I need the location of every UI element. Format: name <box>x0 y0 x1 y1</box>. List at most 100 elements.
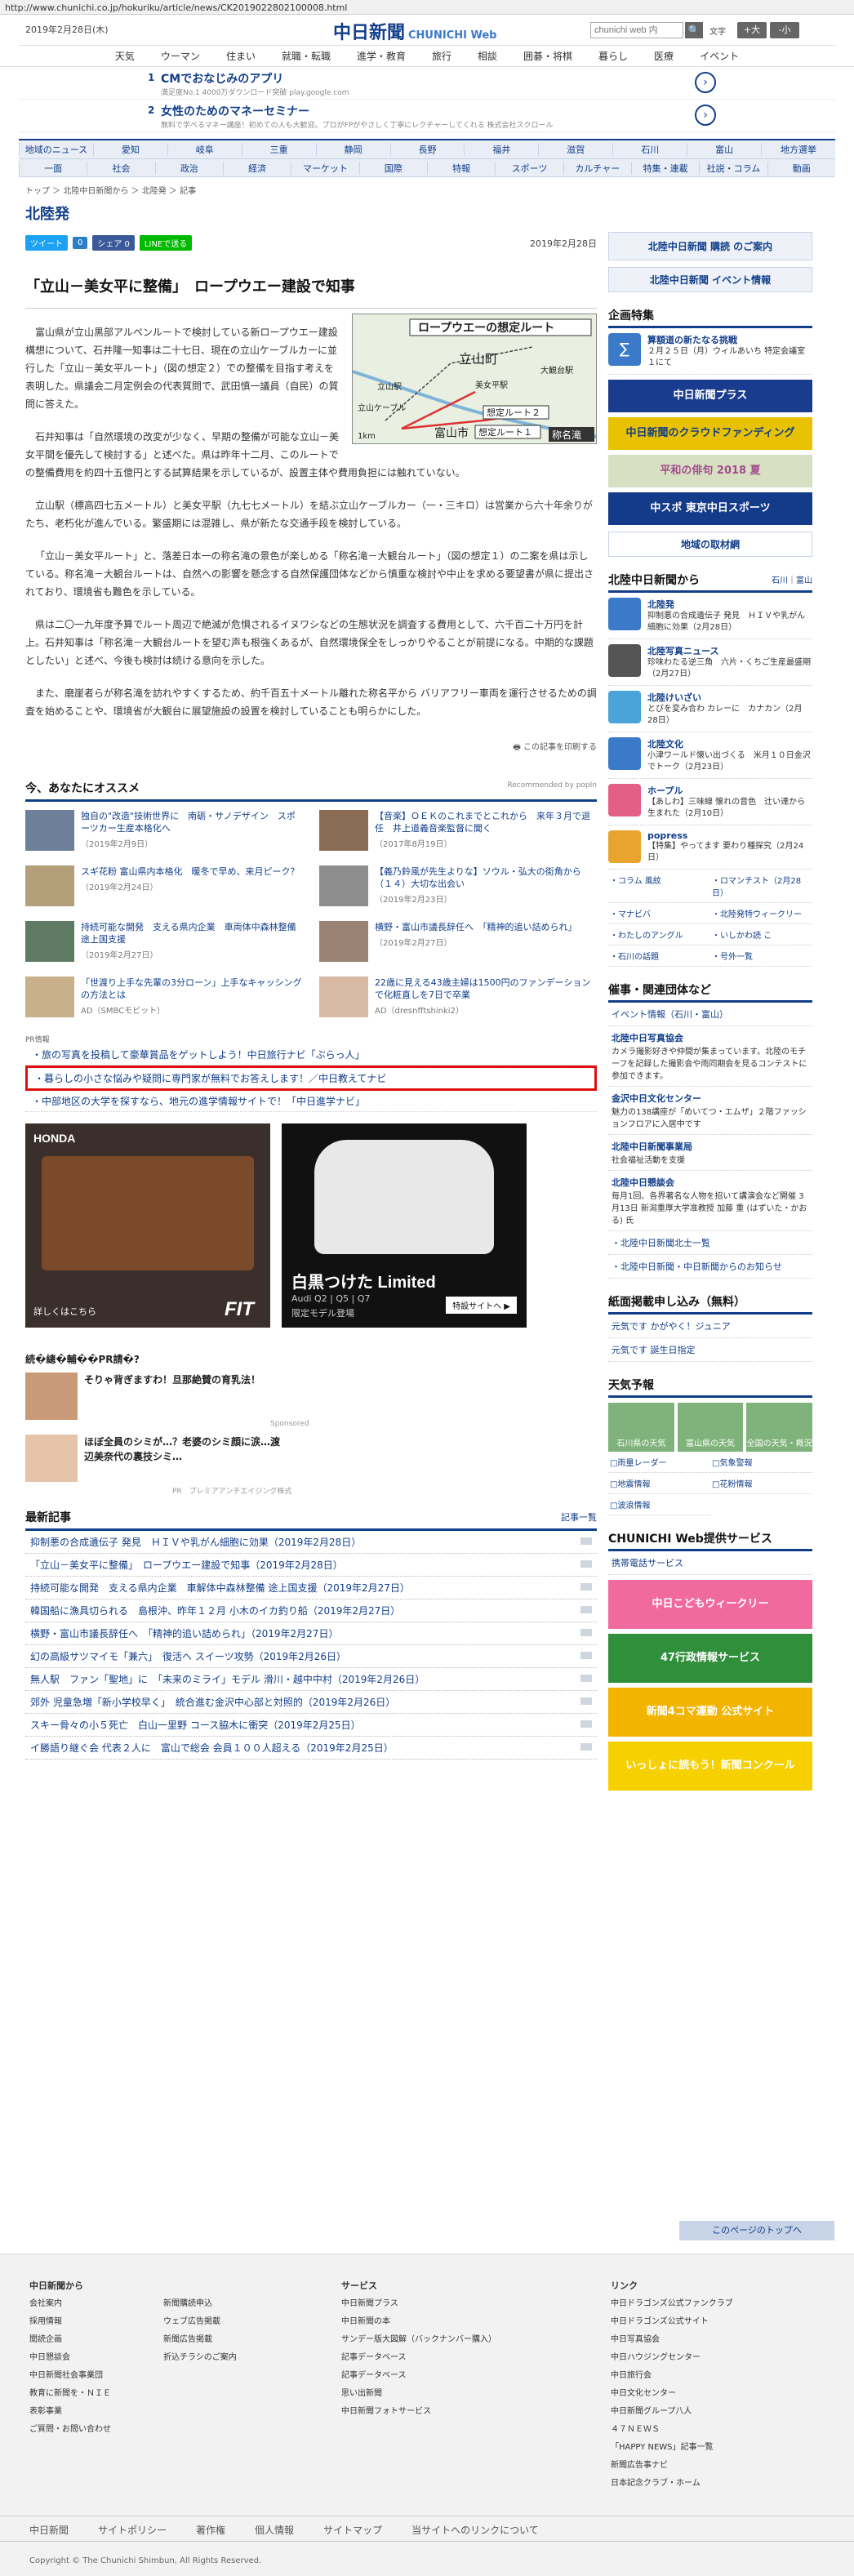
footer-bar-link[interactable]: 著作権 <box>196 2525 225 2536</box>
font-smaller-button[interactable]: -小 <box>770 22 799 38</box>
footer-logo[interactable]: 中日新聞 <box>29 2525 69 2536</box>
footer-link[interactable]: 中日写真協会 <box>611 2331 733 2349</box>
footer-link[interactable]: 折込チラシのご案内 <box>163 2349 237 2367</box>
recommend-item[interactable]: 独自の"改造"技術世界に 南砺・サノデザイン スポーツカー生産本格化へ （2019… <box>25 810 303 856</box>
footer-link[interactable]: 中日ドラゴンズ公式サイト <box>611 2313 733 2331</box>
group-item[interactable]: 北陸中日写真協会 カメラ撮影好きや仲間が集まっています。北陸のモチーフを記録した撮… <box>608 1026 812 1087</box>
sidebar-banner[interactable]: 中日新聞プラス <box>608 380 812 412</box>
latest-news-item[interactable]: 韓国船に漁具切られる 島根沖、昨年１２月 小木のイカ釣り船（2019年2月27日… <box>25 1599 597 1622</box>
hokuriku-link-ishikawa[interactable]: 石川 <box>772 576 788 585</box>
category-item[interactable]: 富山 <box>687 143 761 156</box>
footer-link[interactable]: 新聞広告事ナビ <box>611 2457 733 2475</box>
recommend-item[interactable]: 【義乃鈴風が先生よりな】ソウル・弘大の街角から（１４）大切な出会い （2019年2… <box>319 865 597 911</box>
text-ad[interactable]: 2 女性のためのマネーセミナー 無料で学べるマネー講座！初めての人も大歓迎。プロがF… <box>19 100 835 132</box>
weather-map[interactable]: 全国の天気・概況 <box>746 1403 813 1452</box>
category-item[interactable]: スポーツ <box>495 161 563 175</box>
footer-link[interactable]: 日本記念クラブ・ホーム <box>611 2475 733 2493</box>
footer-link[interactable]: ご質問・お問い合わせ <box>29 2421 111 2439</box>
footer-link[interactable]: 中日ドラゴンズ公式ファンクラブ <box>611 2295 733 2313</box>
subscribe-banner[interactable]: 北陸中日新聞 購読 のご案内 <box>608 232 812 260</box>
hokuriku-link[interactable]: ・ロマンチスト（2月28日） <box>710 870 812 903</box>
footer-link[interactable]: ウェブ広告掲載 <box>163 2313 237 2331</box>
address-bar[interactable]: http://www.chunichi.co.jp/hokuriku/artic… <box>0 0 854 15</box>
gnav-item[interactable]: 暮らし <box>585 46 641 66</box>
hatena-bookmark-button[interactable]: 0 <box>73 237 88 249</box>
latest-news-item[interactable]: 抑制悪の合成遺伝子 発見 ＨＩＶや乳がん細胞に効果（2019年2月28日） <box>25 1531 597 1554</box>
sidebar-banner[interactable]: 中日新聞のクラウドファンディング <box>608 417 812 450</box>
gnav-item[interactable]: 住まい <box>213 46 269 66</box>
service-banner[interactable]: 中日こどもウィークリー <box>608 1580 812 1629</box>
footer-link[interactable]: サンデー版大図解（バックナンバー購入） <box>341 2331 496 2349</box>
group-item[interactable]: 北陸中日新聞事業局 社会福祉活動を支援 <box>608 1135 812 1171</box>
recommend-item[interactable]: 【音楽】ＯＥＫのこれまでとこれから 来年３月で退任 井上道義音楽監督に聞く （20… <box>319 810 597 856</box>
site-logo[interactable]: 中日新聞 CHUNICHI Web <box>333 18 497 44</box>
group-item[interactable]: 北陸中日懇談会 毎月1回、各界著名な人物を招いて講演会など開催 3月13日 新潟重… <box>608 1171 812 1231</box>
footer-link[interactable]: 中日ハウジングセンター <box>611 2349 733 2367</box>
pr-item[interactable]: ・中部地区の大学を探すなら、地元の進学情報サイトで！「中日進学ナビ」 <box>25 1091 597 1112</box>
kikaku-item[interactable]: ∑ 算額道の新たなる挑戦 ２月２５日（月）ウィルあいち 特定会議室１にて <box>608 328 812 375</box>
hokuriku-link[interactable]: ・わたしのアングル <box>608 924 710 945</box>
text-ad[interactable]: 1 CMでおなじみのアプリ 満足度No.1 4000万ダウンロード突破 play.g… <box>19 67 835 100</box>
latest-news-item[interactable]: 横野・富山市議長辞任へ 「精神的追い詰められ」（2019年2月27日） <box>25 1622 597 1645</box>
footer-link[interactable]: 閲読企画 <box>29 2331 111 2349</box>
service-banner[interactable]: 47行政情報サービス <box>608 1634 812 1683</box>
footer-link[interactable]: 新聞広告掲載 <box>163 2331 237 2349</box>
hokuriku-news-item[interactable]: 北陸写真ニュース 珍味わたる逆三角 六片・くちご生産最盛期（2月27日） <box>608 639 812 686</box>
category-item[interactable]: 石川 <box>612 143 687 156</box>
footer-link[interactable]: 「HAPPY NEWS」記事一覧 <box>611 2439 733 2457</box>
footer-link[interactable]: 中日新聞プラス <box>341 2295 496 2313</box>
mobile-service-link[interactable]: 携帯電話サービス <box>608 1551 812 1575</box>
category-item[interactable]: 社説・コラム <box>699 161 767 175</box>
gnav-item[interactable]: 旅行 <box>419 46 465 66</box>
recommend-item[interactable]: 横野・富山市議長辞任へ 「精神的追い詰められ」 （2019年2月27日） <box>319 921 597 967</box>
category-item[interactable]: 地域のニュース <box>19 143 93 156</box>
hokuriku-news-item[interactable]: popress 【特集】やってます 要わり種探究（2月24日） <box>608 825 812 870</box>
gnav-item[interactable]: 相談 <box>465 46 510 66</box>
footer-link[interactable]: 中日新聞の本 <box>341 2313 496 2331</box>
category-item[interactable]: 福井 <box>464 143 538 156</box>
latest-news-item[interactable]: 持続可能な開発 支える県内企業 車解体中森林整備 途上国支援（2019年2月27… <box>25 1577 597 1599</box>
group-more-link[interactable]: ・北陸中日新聞・中日新聞からのお知らせ <box>608 1255 812 1279</box>
weather-map[interactable]: 石川県の天気 <box>608 1403 674 1452</box>
category-item[interactable]: 国際 <box>358 161 427 175</box>
hokuriku-region-links[interactable]: 石川｜富山 <box>772 573 812 585</box>
event-banner[interactable]: 北陸中日新聞 イベント情報 <box>608 267 812 292</box>
latest-news-item[interactable]: 「立山－美女平に整備」 ロープウエー建設で知事（2019年2月28日） <box>25 1554 597 1577</box>
footer-link[interactable]: 中日文化センター <box>611 2385 733 2403</box>
weather-map[interactable]: 富山県の天気 <box>677 1403 744 1452</box>
gnav-item[interactable]: 進学・教育 <box>344 46 419 66</box>
honda-more-link[interactable]: 詳しくはこちら <box>33 1305 96 1318</box>
sidebar-banner[interactable]: 中スポ 東京中日スポーツ <box>608 492 812 525</box>
category-item[interactable]: 長野 <box>389 143 465 156</box>
footer-link[interactable]: 中日新聞フォトサービス <box>341 2403 496 2421</box>
apply-junior-link[interactable]: 元気です かがやく！ジュニア <box>608 1315 812 1338</box>
gnav-item[interactable]: 医療 <box>641 46 687 66</box>
facebook-share-button[interactable]: シェア 0 <box>92 235 135 251</box>
sidebar-banner[interactable]: 平和の俳句 2018 夏 <box>608 455 812 487</box>
sponsored-item[interactable]: ほぼ全員のシミが…？老婆のシミ顔に涙…渡辺美奈代の裏技シミ… <box>25 1435 597 1482</box>
hokuriku-news-item[interactable]: 北陸文化 小津ワールド懐い出づくる 米月１０日金沢でトーク（2月23日） <box>608 732 812 779</box>
footer-link[interactable]: 採用情報 <box>29 2313 111 2331</box>
honda-ad[interactable]: HONDA 詳しくはこちら FIT <box>25 1123 270 1328</box>
footer-link[interactable]: 思い出新聞 <box>341 2385 496 2403</box>
recommend-item[interactable]: スギ花粉 富山県内本格化 暖冬で早め、来月ピーク？ （2019年2月24日） <box>25 865 303 911</box>
footer-link[interactable]: 新聞購読申込 <box>163 2295 237 2313</box>
weather-link[interactable]: □地震情報 <box>608 1473 710 1494</box>
line-share-button[interactable]: LINEで送る <box>139 235 193 251</box>
footer-link[interactable]: 記事データベース <box>341 2349 496 2367</box>
hokuriku-link-toyama[interactable]: 富山 <box>796 576 812 585</box>
footer-link[interactable]: 中日新聞グループ八人 <box>611 2403 733 2421</box>
search-input[interactable] <box>590 22 683 38</box>
footer-link[interactable]: 中日新聞社会事業団 <box>29 2367 111 2385</box>
footer-bar-link[interactable]: サイトマップ <box>323 2525 382 2536</box>
category-item[interactable]: 静岡 <box>315 143 390 156</box>
category-item[interactable]: カルチャー <box>563 161 631 175</box>
audi-cta-button[interactable]: 特設サイトへ ▶ <box>446 1297 517 1314</box>
font-larger-button[interactable]: +大 <box>737 22 767 38</box>
category-item[interactable]: マーケット <box>291 161 358 175</box>
footer-link[interactable]: 中日懇談会 <box>29 2349 111 2367</box>
hokuriku-news-item[interactable]: 北陸けいざい とびを変み合わ カレーに カナカン（2月28日） <box>608 686 812 732</box>
category-item[interactable]: 岐阜 <box>167 143 242 156</box>
latest-more-link[interactable]: 記事一覧 <box>561 1510 597 1524</box>
weather-link[interactable]: □花粉情報 <box>710 1473 812 1494</box>
